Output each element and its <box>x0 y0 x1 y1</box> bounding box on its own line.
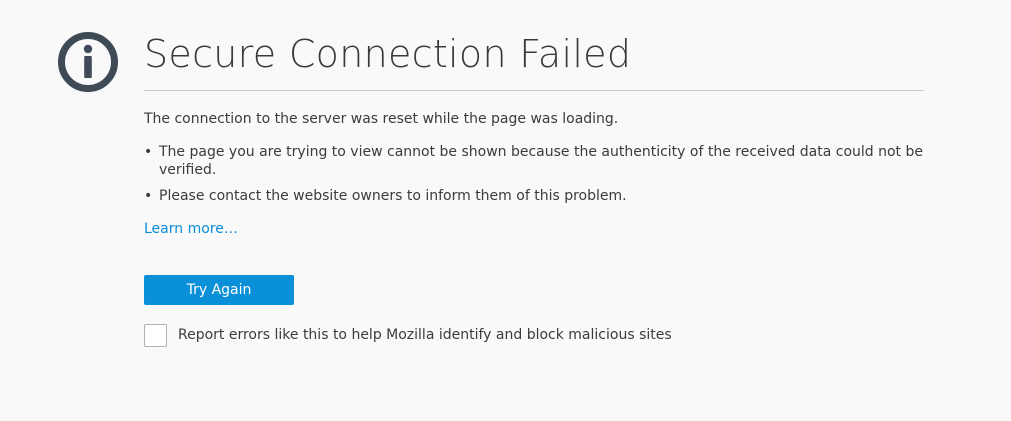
title-divider <box>144 90 924 91</box>
list-item: • Please contact the website owners to i… <box>144 187 924 205</box>
bullet-marker: • <box>144 188 153 204</box>
error-bullet-list: • The page you are trying to view cannot… <box>144 143 924 205</box>
report-errors-label[interactable]: Report errors like this to help Mozilla … <box>178 326 672 344</box>
try-again-button[interactable]: Try Again <box>144 275 294 305</box>
info-icon <box>58 32 118 92</box>
error-lead-text: The connection to the server was reset w… <box>144 111 619 127</box>
bullet-text: Please contact the website owners to inf… <box>159 188 627 204</box>
learn-more-link[interactable]: Learn more… <box>144 220 238 238</box>
page-title: Secure Connection Failed <box>144 32 632 76</box>
list-item: • The page you are trying to view cannot… <box>144 143 924 179</box>
report-errors-checkbox[interactable] <box>144 323 167 347</box>
error-description: The connection to the server was reset w… <box>144 110 924 213</box>
report-errors-option: Report errors like this to help Mozilla … <box>144 322 672 348</box>
bullet-text: The page you are trying to view cannot b… <box>159 144 923 178</box>
bullet-marker: • <box>144 144 153 160</box>
